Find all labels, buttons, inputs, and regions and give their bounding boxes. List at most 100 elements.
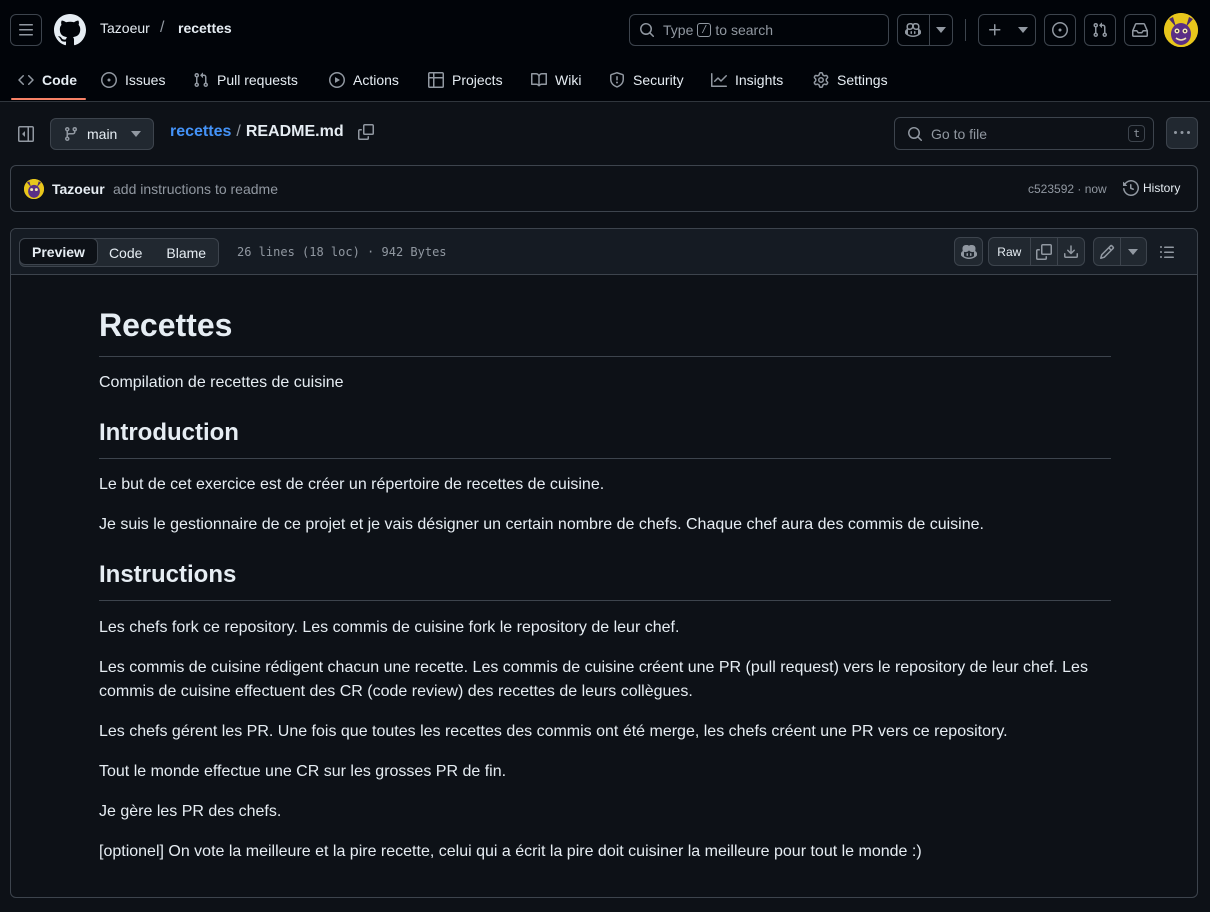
tab-insights[interactable]: Insights [711, 60, 783, 100]
go-to-file-input[interactable]: Go to file t [894, 117, 1154, 150]
issues-button[interactable] [1044, 14, 1076, 46]
search-icon [908, 126, 923, 141]
chevron-down-icon [1128, 248, 1139, 255]
paragraph: Le but de cet exercice est de créer un r… [99, 476, 605, 493]
owner-link[interactable]: Tazoeur [100, 20, 150, 36]
breadcrumb-repo-link[interactable]: recettes [170, 123, 231, 141]
tab-code[interactable]: Code [18, 60, 77, 100]
tab-settings-label: Settings [837, 72, 888, 88]
list-unordered-icon [1160, 245, 1174, 258]
branch-name: main [87, 126, 118, 142]
title-divider [99, 356, 1111, 357]
header-divider [965, 19, 966, 41]
tab-pull-requests[interactable]: Pull requests [193, 60, 298, 100]
user-avatar[interactable] [1164, 13, 1198, 47]
commit-author[interactable]: Tazoeur [52, 181, 105, 197]
instructions-divider [99, 600, 1111, 601]
search-icon [640, 23, 655, 38]
search-placeholder-prefix: Type [663, 22, 694, 38]
copy-raw-button[interactable] [1031, 238, 1058, 265]
raw-button[interactable]: Raw [989, 238, 1030, 265]
branch-selector[interactable]: main [50, 118, 154, 150]
file-info: 26 lines (18 loc) · 942 Bytes [237, 245, 447, 259]
repo-nav: Code Issues Pull requests Actions Projec… [0, 60, 1210, 102]
tab-code-label: Code [42, 72, 77, 88]
pencil-icon [1099, 244, 1115, 259]
edit-dropdown-button[interactable] [1121, 238, 1146, 265]
search-shortcut-key: / [697, 23, 712, 37]
copilot-icon [960, 244, 977, 259]
copy-icon [1035, 243, 1052, 260]
copilot-icon[interactable] [898, 15, 929, 45]
inbox-button[interactable] [1124, 14, 1156, 46]
tab-code-view[interactable]: Code [97, 239, 154, 266]
download-button[interactable] [1058, 238, 1084, 265]
git-pull-request-icon [1093, 22, 1108, 38]
tab-issues-label: Issues [125, 72, 166, 88]
tab-preview[interactable]: Preview [19, 238, 98, 265]
tab-projects-label: Projects [452, 72, 503, 88]
breadcrumb: recettes / README.md [170, 123, 374, 141]
kebab-horizontal-icon [1174, 131, 1190, 134]
paragraph: Les chefs fork ce repository. Les commis… [99, 619, 680, 636]
hamburger-icon [19, 24, 33, 36]
history-icon [1123, 180, 1139, 196]
tab-wiki-label: Wiki [555, 72, 582, 88]
book-icon [531, 72, 547, 87]
play-icon [329, 72, 345, 88]
copy-path-button[interactable] [357, 124, 374, 140]
copilot-dropdown-icon[interactable] [930, 15, 952, 45]
tab-actions[interactable]: Actions [329, 60, 399, 100]
copy-icon [357, 124, 374, 140]
graph-icon [711, 73, 727, 87]
tab-security[interactable]: Security [609, 60, 684, 100]
shield-icon [610, 72, 624, 88]
edit-file-button[interactable] [1094, 238, 1120, 265]
pull-requests-button[interactable] [1084, 14, 1116, 46]
tab-wiki[interactable]: Wiki [531, 60, 581, 100]
paragraph: Les commis de cuisine rédigent chacun un… [99, 659, 1088, 700]
tab-insights-label: Insights [735, 72, 784, 88]
paragraph: Tout le monde effectue une CR sur les gr… [99, 763, 507, 780]
tab-projects[interactable]: Projects [428, 60, 503, 100]
copilot-ask-button[interactable] [954, 237, 983, 266]
copilot-menu[interactable] [897, 14, 953, 46]
more-options-button[interactable] [1166, 117, 1198, 149]
readme-title: Recettes [99, 307, 233, 343]
table-icon [428, 72, 444, 88]
repo-link[interactable]: recettes [178, 20, 232, 36]
file-viewer-header: Preview Code Blame 26 lines (18 loc) · 9… [11, 229, 1197, 275]
commit-sha-time[interactable]: c523592 · now [1028, 182, 1107, 196]
history-button[interactable]: History [1123, 180, 1180, 196]
git-branch-icon [64, 127, 77, 142]
go-to-file-shortcut: t [1128, 125, 1145, 142]
menu-button[interactable] [10, 14, 42, 46]
commit-message[interactable]: add instructions to readme [113, 181, 278, 197]
tab-pull-requests-label: Pull requests [217, 72, 298, 88]
gear-icon [813, 72, 829, 88]
create-new-menu[interactable] [978, 14, 1036, 46]
tab-settings[interactable]: Settings [813, 60, 888, 100]
github-logo-icon[interactable] [54, 14, 86, 46]
outline-button[interactable] [1151, 237, 1183, 266]
paragraph: [optionel] On vote la meilleure et la pi… [99, 843, 922, 860]
sidebar-expand-icon [18, 126, 34, 142]
introduction-divider [99, 458, 1111, 459]
search-placeholder-suffix: to search [715, 22, 773, 38]
chevron-down-icon[interactable] [1011, 15, 1035, 45]
download-icon [1064, 244, 1079, 258]
code-icon [18, 74, 34, 86]
active-tab-indicator [11, 98, 86, 100]
history-label: History [1143, 181, 1181, 195]
search-input[interactable]: Type / to search [629, 14, 889, 46]
breadcrumb-file: README.md [245, 123, 344, 140]
tab-issues[interactable]: Issues [101, 60, 165, 100]
go-to-file-placeholder: Go to file [931, 125, 988, 142]
toggle-file-tree-button[interactable] [10, 118, 42, 150]
commit-author-avatar[interactable] [24, 179, 44, 199]
plus-icon[interactable] [979, 15, 1011, 45]
tab-blame[interactable]: Blame [154, 239, 218, 266]
issue-opened-icon [101, 72, 117, 88]
path-separator: / [160, 19, 165, 36]
inbox-icon [1132, 23, 1148, 37]
